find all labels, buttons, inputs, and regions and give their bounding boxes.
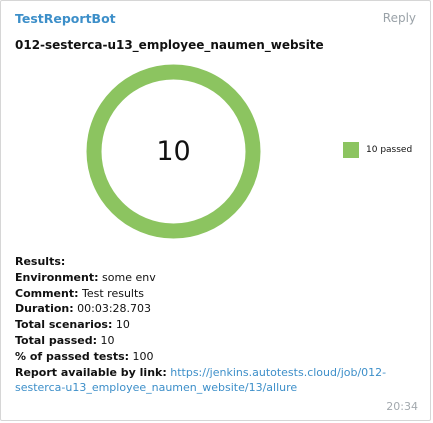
message-card: TestReportBot Reply 012-sesterca-u13_emp… [0,0,431,421]
environment-label: Environment: [15,270,99,284]
report-link-label: Report available by link: [15,365,167,379]
legend-label-passed: 10 passed [366,145,413,155]
comment-label: Comment: [15,286,79,300]
donut-chart: 10 [86,64,261,239]
message-time: 20:34 [386,400,418,413]
total-passed-value: 10 [97,333,115,347]
report-title: 012-sesterca-u13_employee_naumen_website [15,38,324,52]
environment-value: some env [98,270,156,284]
total-scenarios-value: 10 [112,318,130,332]
comment-row: Comment: Test results [15,286,420,302]
sender-name[interactable]: TestReportBot [15,11,116,26]
total-scenarios-row: Total scenarios: 10 [15,317,420,333]
results-heading: Results: [15,255,66,268]
duration-row: Duration: 00:03:28.703 [15,301,420,317]
report-link-row: Report available by link: https://jenkin… [15,365,420,397]
donut-center-value: 10 [156,136,191,167]
chart-legend: 10 passed [343,142,412,158]
total-scenarios-label: Total scenarios: [15,318,113,332]
duration-label: Duration: [15,302,74,316]
legend-swatch-passed [343,142,359,158]
comment-value: Test results [78,286,145,300]
reply-button[interactable]: Reply [383,11,416,25]
environment-row: Environment: some env [15,270,420,286]
percent-passed-label: % of passed tests: [15,349,130,363]
percent-passed-value: 100 [129,349,154,363]
total-passed-label: Total passed: [15,333,98,347]
duration-value: 00:03:28.703 [73,302,152,316]
results-block: Results: Environment: some env Comment: … [15,254,420,396]
percent-passed-row: % of passed tests: 100 [15,349,420,365]
total-passed-row: Total passed: 10 [15,333,420,349]
